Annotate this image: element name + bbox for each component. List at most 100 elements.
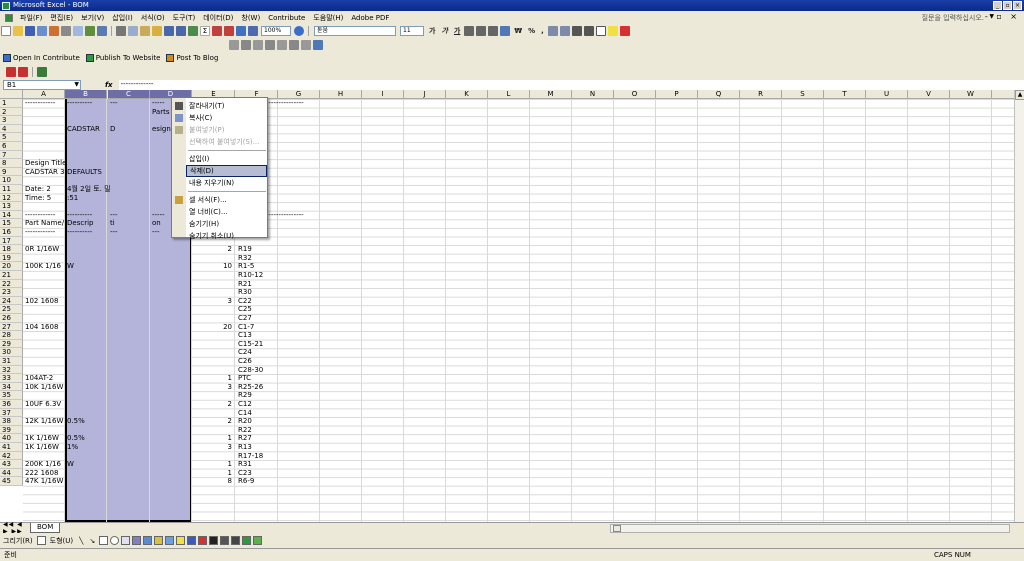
cell-b15[interactable]: Descrip: [67, 219, 93, 228]
cell-f37[interactable]: C14: [238, 409, 252, 418]
new-icon[interactable]: [1, 26, 11, 36]
cell-a18[interactable]: 0R 1/16W: [25, 245, 59, 254]
cell-f38[interactable]: R20: [238, 417, 252, 426]
cell-a44[interactable]: 222 1608: [25, 469, 58, 478]
cell-e38[interactable]: 2: [193, 417, 232, 426]
cell-a1[interactable]: ------------: [25, 99, 55, 108]
line-color-icon[interactable]: [187, 536, 197, 545]
row-header[interactable]: 29: [0, 339, 23, 349]
cell-a20[interactable]: 100K 1/16: [25, 262, 61, 271]
column-header-a[interactable]: A: [23, 90, 65, 99]
bold-button[interactable]: 가: [429, 26, 435, 36]
context-menu-item[interactable]: 셀 서식(F)...: [186, 194, 267, 206]
cell-a27[interactable]: 104 1608: [25, 323, 58, 332]
menu-item[interactable]: Adobe PDF: [347, 14, 393, 22]
cell-d1[interactable]: -----: [152, 99, 165, 108]
pdf-email-icon[interactable]: [18, 67, 28, 77]
drawing-icon[interactable]: [248, 26, 258, 36]
row-header[interactable]: 6: [0, 142, 23, 151]
worksheet-grid[interactable]: ABCDEFGHIJKLMNOPQRSTUVW 1 2 3 4 5 6 7 8 9 10 11 12 1…: [0, 90, 1024, 522]
menu-item[interactable]: 보기(V): [77, 13, 108, 23]
column-header-v[interactable]: V: [908, 90, 950, 99]
font-color-icon[interactable]: [619, 26, 630, 36]
select-all-corner[interactable]: [0, 90, 23, 99]
diagram-icon[interactable]: [143, 536, 153, 545]
cell-a34[interactable]: 10K 1/16W: [25, 383, 63, 392]
3d-icon[interactable]: [253, 536, 263, 545]
cell-f35[interactable]: R29: [238, 391, 252, 400]
cell-e40[interactable]: 1: [193, 434, 232, 443]
save-icon[interactable]: [25, 26, 35, 36]
minimize-button[interactable]: _: [993, 1, 1002, 10]
column-header-q[interactable]: Q: [698, 90, 740, 99]
context-menu-item[interactable]: 열 너비(C)...: [186, 206, 267, 218]
menu-item[interactable]: 삽입(I): [108, 13, 136, 23]
cell-c14[interactable]: ---: [110, 211, 118, 220]
select-objects-icon[interactable]: [36, 536, 46, 545]
cell-e43[interactable]: 1: [193, 460, 232, 469]
merge-center-icon[interactable]: [500, 26, 511, 36]
column-header-k[interactable]: K: [446, 90, 488, 99]
row-header[interactable]: 39: [0, 425, 23, 435]
decrease-indent-icon[interactable]: [571, 26, 582, 36]
copy-icon[interactable]: [128, 26, 138, 36]
arrow-style-icon[interactable]: [231, 536, 241, 545]
paste-icon[interactable]: [140, 26, 150, 36]
spelling-icon[interactable]: [85, 26, 95, 36]
row-header[interactable]: 25: [0, 305, 23, 314]
fill-color-icon[interactable]: [176, 536, 186, 545]
cell-b9[interactable]: DEFAULTS: [67, 168, 102, 177]
row-header[interactable]: 33: [0, 374, 23, 383]
toolbar-icon-h[interactable]: [313, 39, 323, 50]
cell-f18[interactable]: R19: [238, 245, 252, 254]
toolbar-icon-f[interactable]: [289, 39, 299, 50]
publish-to-website-button[interactable]: Publish To Website: [85, 54, 160, 62]
shadow-icon[interactable]: [242, 536, 252, 545]
column-header-m[interactable]: M: [530, 90, 572, 99]
cell-f26[interactable]: C27: [238, 314, 252, 323]
help-search-box[interactable]: 질문을 입력하십시오.: [922, 13, 984, 23]
row-header[interactable]: 19: [0, 253, 23, 263]
column-header-u[interactable]: U: [866, 90, 908, 99]
line-style-icon[interactable]: [209, 536, 219, 545]
context-menu-item[interactable]: 숨기기(H): [186, 218, 267, 230]
context-menu-item[interactable]: 내용 지우기(N): [186, 177, 267, 189]
column-header-i[interactable]: I: [362, 90, 404, 99]
row-header[interactable]: 13: [0, 202, 23, 211]
borders-icon[interactable]: [595, 26, 606, 36]
currency-button[interactable]: ₩: [514, 27, 522, 35]
menu-item[interactable]: 도움말(H): [309, 13, 347, 23]
cell-b11[interactable]: 4월 2일 토. 밀: [67, 185, 111, 194]
cell-e36[interactable]: 2: [193, 400, 232, 409]
row-header[interactable]: 20: [0, 262, 23, 271]
cell-f30[interactable]: C24: [238, 348, 252, 357]
row-header[interactable]: 35: [0, 391, 23, 400]
column-header-w[interactable]: W: [950, 90, 992, 99]
cell-d15[interactable]: on: [152, 219, 161, 228]
autoshapes-button[interactable]: 도형(U): [50, 536, 73, 546]
row-header[interactable]: 44: [0, 468, 23, 478]
cell-e27[interactable]: 20: [193, 323, 232, 332]
cell-b43[interactable]: W: [67, 460, 74, 469]
cell-f39[interactable]: R22: [238, 426, 252, 435]
autosum-icon[interactable]: Σ: [200, 26, 210, 36]
cell-f31[interactable]: C26: [238, 357, 252, 366]
context-menu-item[interactable]: 선택하여 붙여넣기(S)...: [186, 136, 267, 148]
row-header[interactable]: 11: [0, 185, 23, 194]
row-header[interactable]: 42: [0, 451, 23, 461]
cell-c4[interactable]: D: [110, 125, 115, 134]
cell-a24[interactable]: 102 1608: [25, 297, 58, 306]
cell-b40[interactable]: 0.5%: [67, 434, 85, 443]
row-header[interactable]: 4: [0, 124, 23, 134]
row-header[interactable]: 34: [0, 382, 23, 392]
cell-b16[interactable]: ----------: [67, 228, 92, 237]
column-header-h[interactable]: H: [320, 90, 362, 99]
cell-d16[interactable]: ---: [152, 228, 160, 237]
line-icon[interactable]: ╲: [79, 537, 83, 545]
row-header[interactable]: 14: [0, 210, 23, 220]
row-header[interactable]: 15: [0, 219, 23, 228]
row-header[interactable]: 43: [0, 460, 23, 469]
textbox-icon[interactable]: [121, 536, 131, 545]
cell-e18[interactable]: 2: [193, 245, 232, 254]
context-menu-item[interactable]: 붙여넣기(P): [186, 124, 267, 136]
